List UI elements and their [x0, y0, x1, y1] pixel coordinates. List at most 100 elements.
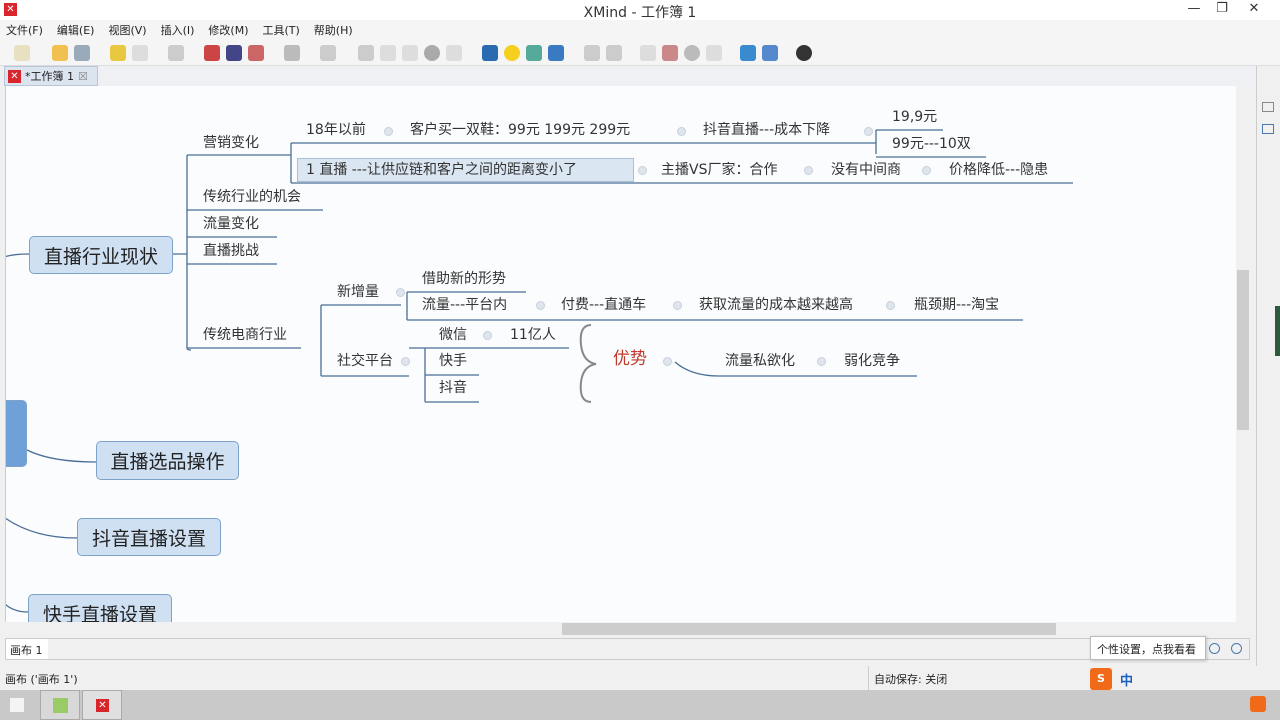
topic[interactable]: 18年以前: [306, 121, 366, 139]
open-icon[interactable]: [52, 45, 68, 61]
collapse-icon[interactable]: [638, 166, 647, 175]
topic[interactable]: 付费---直通车: [561, 296, 646, 314]
menu-insert[interactable]: 插入(I): [161, 22, 195, 38]
label-icon[interactable]: [380, 45, 396, 61]
properties-icon[interactable]: [640, 45, 656, 61]
topic[interactable]: 流量变化: [203, 215, 259, 233]
horizontal-scroll-thumb[interactable]: [562, 623, 1056, 635]
attachment-icon[interactable]: [358, 45, 374, 61]
new-icon[interactable]: [14, 45, 30, 61]
clock-icon[interactable]: [684, 45, 700, 61]
topic[interactable]: 11亿人: [510, 326, 556, 344]
topic[interactable]: 直播挑战: [203, 242, 259, 260]
topic[interactable]: 流量私欲化: [725, 352, 795, 370]
ime-tooltip[interactable]: 个性设置，点我看看: [1090, 636, 1206, 660]
collapse-icon[interactable]: [396, 288, 405, 297]
panel-icon[interactable]: [1262, 102, 1274, 112]
collapse-icon[interactable]: [817, 357, 826, 366]
collapse-icon[interactable]: [663, 357, 672, 366]
menu-edit[interactable]: 编辑(E): [57, 22, 95, 38]
topic-advantage[interactable]: 优势: [613, 350, 647, 368]
menu-file[interactable]: 文件(F): [6, 22, 43, 38]
presentation-icon[interactable]: [284, 45, 300, 61]
collapse-icon[interactable]: [677, 127, 686, 136]
tab-workbook[interactable]: ✕ *工作簿 1 ☒: [4, 66, 98, 86]
sheet-tab[interactable]: 画布 1: [6, 639, 48, 659]
tab-close-icon[interactable]: ☒: [78, 70, 88, 83]
undo-icon[interactable]: [110, 45, 126, 61]
notes-icon[interactable]: [402, 45, 418, 61]
status-autosave[interactable]: 自动保存: 关闭: [868, 666, 952, 690]
collapse-icon[interactable]: [886, 301, 895, 310]
gantt-icon[interactable]: [526, 45, 542, 61]
marker-icon[interactable]: [424, 45, 440, 61]
menu-view[interactable]: 视图(V): [108, 22, 146, 38]
share-icon[interactable]: [584, 45, 600, 61]
vertical-scroll-thumb[interactable]: [1237, 270, 1249, 430]
topic[interactable]: 传统电商行业: [203, 326, 287, 344]
collapse-icon[interactable]: [804, 166, 813, 175]
summary-icon[interactable]: [226, 45, 242, 61]
export-icon[interactable]: [606, 45, 622, 61]
search-icon[interactable]: [706, 45, 722, 61]
minimize-button[interactable]: —: [1180, 1, 1208, 16]
chart-icon[interactable]: [762, 45, 778, 61]
boundary-icon[interactable]: [204, 45, 220, 61]
topic[interactable]: 99元---10双: [892, 135, 971, 153]
topic[interactable]: 客户买一双鞋：99元 199元 299元: [410, 121, 630, 139]
topic[interactable]: 主播VS厂家：合作: [661, 161, 777, 179]
tray-sogou-icon[interactable]: [1250, 696, 1266, 712]
topic-selected[interactable]: 1 直播 ---让供应链和客户之间的距离变小了: [297, 158, 634, 182]
topic-product-selection[interactable]: 直播选品操作: [96, 441, 239, 480]
topic[interactable]: 流量---平台内: [422, 296, 507, 314]
topic-collapsed[interactable]: [6, 400, 27, 467]
zoom-in-icon[interactable]: [1209, 643, 1220, 654]
topic[interactable]: 借助新的形势: [422, 270, 506, 288]
topic-douyin-settings[interactable]: 抖音直播设置: [77, 518, 221, 556]
collapse-icon[interactable]: [401, 357, 410, 366]
image-icon[interactable]: [320, 45, 336, 61]
task-icon[interactable]: [548, 45, 564, 61]
mindmap-canvas[interactable]: 直播行业现状 直播选品操作 抖音直播设置 快手直播设置 营销变化 18年以前 客…: [5, 86, 1236, 622]
topic[interactable]: 快手: [439, 352, 467, 370]
topic-live-industry-status[interactable]: 直播行业现状: [29, 236, 173, 274]
collapse-icon[interactable]: [922, 166, 931, 175]
menu-help[interactable]: 帮助(H): [314, 22, 353, 38]
topic[interactable]: 传统行业的机会: [203, 188, 301, 206]
zoom-out-icon[interactable]: [1231, 643, 1242, 654]
relationship-icon[interactable]: [248, 45, 264, 61]
start-icon[interactable]: [10, 698, 24, 712]
collapse-icon[interactable]: [483, 331, 492, 340]
styles-icon[interactable]: [662, 45, 678, 61]
taskbar-xmind[interactable]: ✕: [82, 690, 122, 720]
upload-icon[interactable]: [740, 45, 756, 61]
panel-handle[interactable]: [1275, 306, 1280, 356]
collapse-icon[interactable]: [536, 301, 545, 310]
topic-icon[interactable]: [168, 45, 184, 61]
topic[interactable]: 微信: [439, 326, 467, 344]
menu-tools[interactable]: 工具(T): [262, 22, 299, 38]
save-icon[interactable]: [74, 45, 90, 61]
menu-modify[interactable]: 修改(M): [208, 22, 248, 38]
topic-kuaishou-settings[interactable]: 快手直播设置: [28, 594, 172, 622]
topic[interactable]: 社交平台: [337, 352, 393, 370]
topic[interactable]: 新增量: [337, 283, 379, 301]
sogou-ime-icon[interactable]: S: [1090, 668, 1112, 690]
topic[interactable]: 价格降低---隐患: [949, 161, 1048, 179]
outline-panel-icon[interactable]: [1262, 124, 1274, 134]
redo-icon[interactable]: [132, 45, 148, 61]
close-button[interactable]: ✕: [1240, 1, 1268, 16]
collapse-icon[interactable]: [864, 127, 873, 136]
topic[interactable]: 抖音: [439, 379, 467, 397]
collapse-icon[interactable]: [673, 301, 682, 310]
topic[interactable]: 瓶颈期---淘宝: [914, 296, 999, 314]
topic[interactable]: 19,9元: [892, 108, 937, 126]
topic[interactable]: 获取流量的成本越来越高: [699, 296, 853, 314]
restore-button[interactable]: ❐: [1208, 1, 1236, 16]
ime-language[interactable]: 中: [1120, 670, 1133, 689]
topic[interactable]: 没有中间商: [831, 161, 901, 179]
idea-icon[interactable]: [504, 45, 520, 61]
collapse-icon[interactable]: [384, 127, 393, 136]
taskbar-app[interactable]: [40, 690, 80, 720]
topic[interactable]: 抖音直播---成本下降: [703, 121, 830, 139]
